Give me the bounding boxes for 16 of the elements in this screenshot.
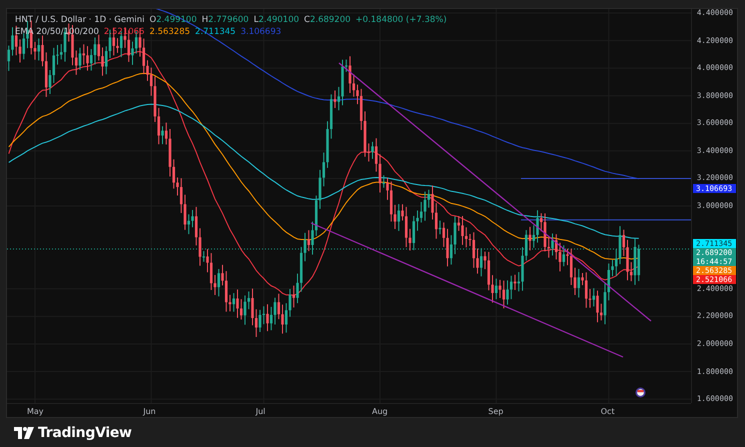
symbol-title: HNT / U.S. Dollar · 1D · Gemini xyxy=(15,15,144,25)
change-value: +0.184800 (+7.38%) xyxy=(356,15,447,25)
logo-icon xyxy=(14,426,34,438)
time-axis-label: Jul xyxy=(256,406,266,418)
ohlc-value: L2.490100 xyxy=(254,15,300,25)
ema-value: 3.106693 xyxy=(240,27,282,37)
time-axis-label: Oct xyxy=(600,406,615,418)
time-axis-label: Jun xyxy=(143,406,156,418)
time-axis-label: May xyxy=(27,406,44,418)
event-marker-icon[interactable] xyxy=(635,387,646,398)
ohlc-value: H2.779600 xyxy=(202,15,249,25)
time-axis-label: Aug xyxy=(372,406,388,418)
time-axis-label: Sep xyxy=(488,406,504,418)
logo-text: TradingView xyxy=(38,424,132,440)
ema-value: 2.563285 xyxy=(149,27,190,37)
ohlc-value: C2.689200 xyxy=(304,15,351,25)
